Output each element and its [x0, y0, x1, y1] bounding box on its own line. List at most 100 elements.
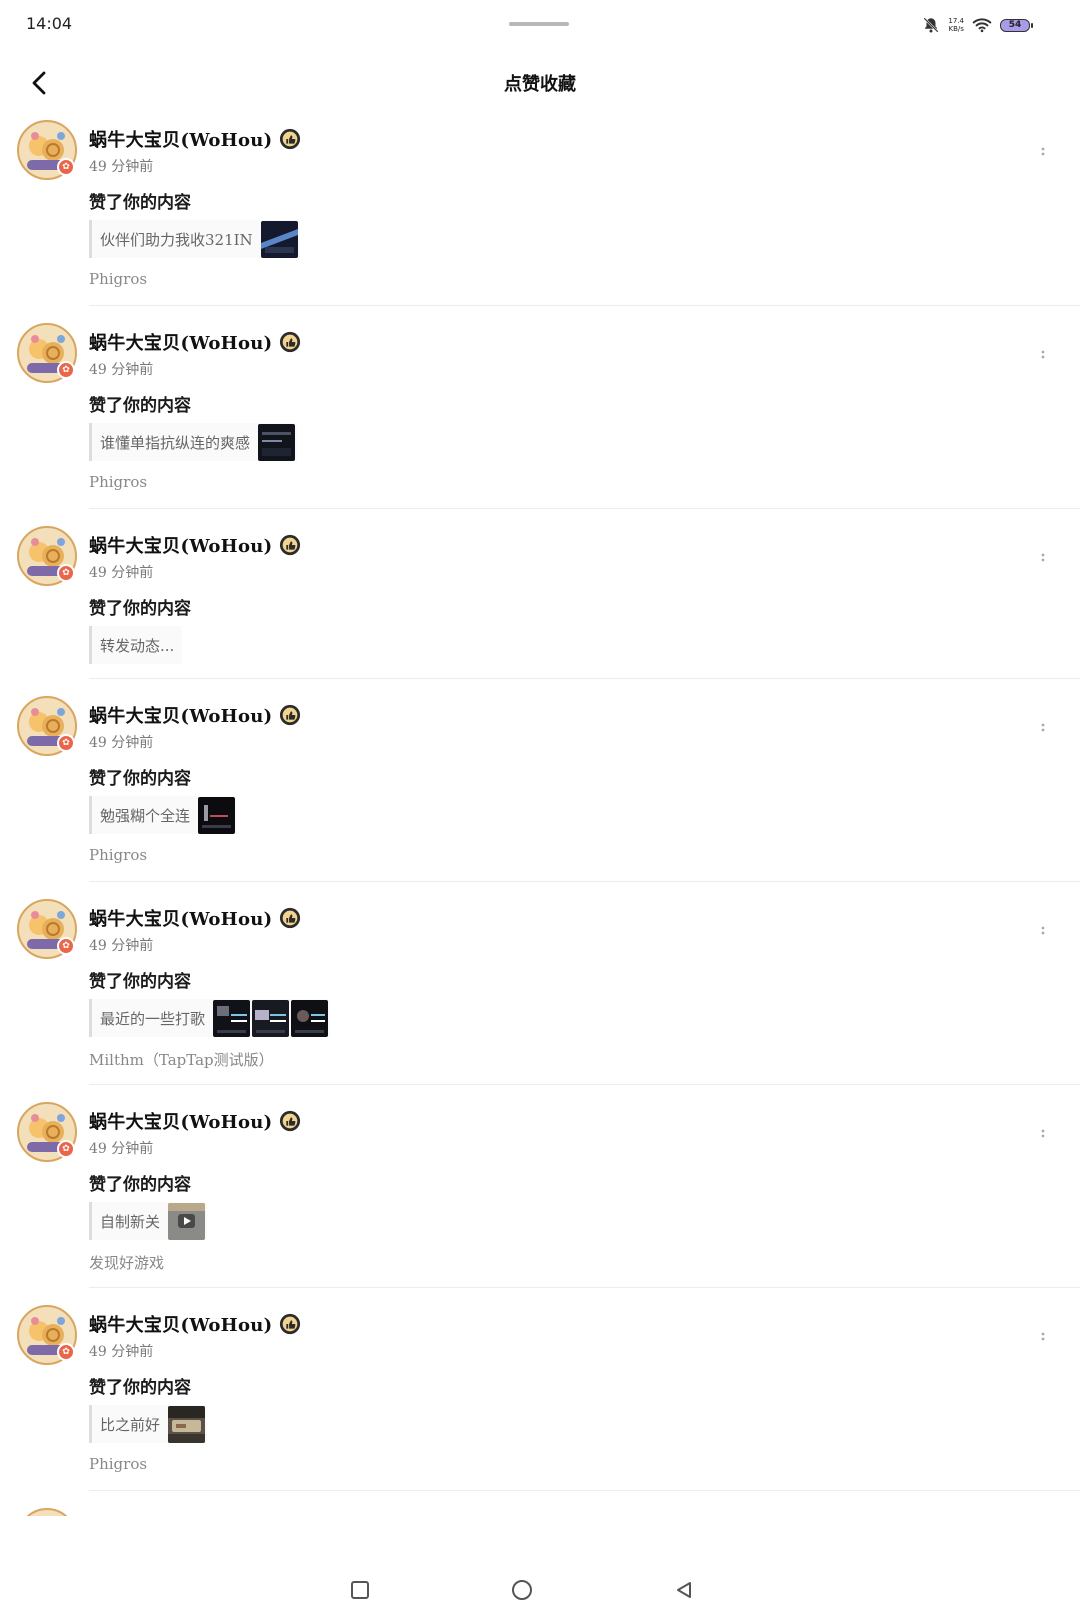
username-row: 蜗牛大宝贝(WoHou): [89, 1311, 301, 1337]
source-tag[interactable]: Phigros: [89, 270, 147, 288]
action-text: 赞了你的内容: [89, 769, 191, 789]
quoted-post[interactable]: 转发动态...: [89, 626, 183, 664]
username[interactable]: 蜗牛大宝贝(WoHou): [89, 329, 273, 355]
quote-text: 转发动态...: [100, 636, 175, 655]
quote-text: 谁懂单指抗纵连的爽感: [100, 433, 251, 452]
net-speed: 17.4 KB/s: [948, 17, 964, 33]
quoted-post[interactable]: 伙伴们助力我收321IN: [89, 220, 300, 258]
action-text: 赞了你的内容: [89, 396, 191, 416]
time-ago: 49 分钟前: [89, 938, 154, 954]
username[interactable]: 蜗牛大宝贝(WoHou): [89, 126, 273, 152]
battery-cap: [1031, 22, 1033, 28]
verified-badge-icon: ✿: [57, 1343, 75, 1361]
post-thumbnail: [213, 999, 251, 1037]
notification-item-partial[interactable]: [0, 1508, 1080, 1516]
more-vertical-icon[interactable]: [1040, 923, 1046, 943]
source-tag[interactable]: 发现好游戏: [89, 1252, 164, 1273]
time-ago: 49 分钟前: [89, 1141, 154, 1157]
thumbs-up-medal-icon: [279, 1110, 300, 1132]
avatar[interactable]: ✿: [17, 120, 77, 180]
username[interactable]: 蜗牛大宝贝(WoHou): [89, 532, 273, 558]
avatar[interactable]: ✿: [17, 1102, 77, 1162]
time-ago: 49 分钟前: [89, 735, 154, 751]
avatar[interactable]: ✿: [17, 323, 77, 383]
quoted-post[interactable]: 谁懂单指抗纵连的爽感: [89, 423, 298, 461]
more-vertical-icon[interactable]: [1040, 144, 1046, 164]
avatar[interactable]: [17, 1508, 77, 1516]
username-row: 蜗牛大宝贝(WoHou): [89, 905, 301, 931]
quote-text: 自制新关: [100, 1212, 161, 1231]
battery-indicator: 54: [1000, 18, 1033, 32]
quoted-post[interactable]: 比之前好: [89, 1405, 208, 1443]
avatar[interactable]: ✿: [17, 1305, 77, 1365]
verified-badge-icon: ✿: [57, 734, 75, 752]
username[interactable]: 蜗牛大宝贝(WoHou): [89, 702, 273, 728]
verified-badge-icon: ✿: [57, 937, 75, 955]
username-row: 蜗牛大宝贝(WoHou): [89, 702, 301, 728]
avatar[interactable]: ✿: [17, 696, 77, 756]
action-text: 赞了你的内容: [89, 972, 191, 992]
username-row: 蜗牛大宝贝(WoHou): [89, 532, 301, 558]
quoted-post[interactable]: 自制新关: [89, 1202, 208, 1240]
battery-level: 54: [1008, 20, 1022, 30]
username[interactable]: 蜗牛大宝贝(WoHou): [89, 1108, 273, 1134]
grab-handle[interactable]: [509, 22, 569, 26]
quote-text: 最近的一些打歌: [100, 1009, 206, 1028]
post-thumbnail: [168, 1405, 206, 1443]
video-thumbnail: [168, 1202, 206, 1240]
thumbs-up-medal-icon: [279, 534, 300, 556]
action-text: 赞了你的内容: [89, 1175, 191, 1195]
username-row: 蜗牛大宝贝(WoHou): [89, 126, 301, 152]
thumbs-up-medal-icon: [279, 331, 300, 353]
username[interactable]: 蜗牛大宝贝(WoHou): [89, 1311, 273, 1337]
time-ago: 49 分钟前: [89, 565, 154, 581]
quoted-post[interactable]: 勉强糊个全连: [89, 796, 238, 834]
quoted-post[interactable]: 最近的一些打歌: [89, 999, 331, 1037]
notifications-muted-icon: [922, 16, 940, 34]
action-text: 赞了你的内容: [89, 1378, 191, 1398]
thumbs-up-medal-icon: [279, 1313, 300, 1335]
divider: [89, 1287, 1080, 1288]
avatar[interactable]: ✿: [17, 526, 77, 586]
verified-badge-icon: ✿: [57, 564, 75, 582]
more-vertical-icon[interactable]: [1040, 720, 1046, 740]
divider: [89, 305, 1080, 306]
divider: [89, 1490, 1080, 1491]
more-vertical-icon[interactable]: [1040, 347, 1046, 367]
page-header: 点赞收藏: [0, 58, 1080, 108]
quote-text: 比之前好: [100, 1415, 161, 1434]
thumbs-up-medal-icon: [279, 128, 300, 150]
action-text: 赞了你的内容: [89, 599, 191, 619]
post-thumbnail: [260, 220, 298, 258]
status-time: 14:04: [26, 14, 73, 33]
source-tag[interactable]: Phigros: [89, 473, 147, 491]
time-ago: 49 分钟前: [89, 1344, 154, 1360]
username[interactable]: 蜗牛大宝贝(WoHou): [89, 905, 273, 931]
more-vertical-icon[interactable]: [1040, 1126, 1046, 1146]
avatar[interactable]: ✿: [17, 899, 77, 959]
more-vertical-icon[interactable]: [1040, 1329, 1046, 1349]
source-tag[interactable]: Phigros: [89, 846, 147, 864]
square-icon: [351, 1581, 369, 1599]
divider: [89, 508, 1080, 509]
source-tag[interactable]: Milthm（TapTap测试版）: [89, 1049, 274, 1070]
more-vertical-icon[interactable]: [1040, 550, 1046, 570]
source-tag[interactable]: Phigros: [89, 1455, 147, 1473]
action-text: 赞了你的内容: [89, 193, 191, 213]
page-title: 点赞收藏: [504, 74, 576, 95]
divider: [89, 881, 1080, 882]
thumbs-up-medal-icon: [279, 907, 300, 929]
username-row: 蜗牛大宝贝(WoHou): [89, 1108, 301, 1134]
quote-text: 伙伴们助力我收321IN: [100, 230, 253, 249]
system-nav-bar: [0, 1562, 1080, 1620]
status-icons: 17.4 KB/s 54: [922, 14, 1033, 36]
recent-apps-button[interactable]: [340, 1570, 380, 1610]
quote-text: 勉强糊个全连: [100, 806, 191, 825]
home-button[interactable]: [502, 1570, 542, 1610]
divider: [89, 1084, 1080, 1085]
verified-badge-icon: ✿: [57, 158, 75, 176]
avatar-image: [26, 1508, 68, 1516]
net-speed-value: 17.4: [948, 17, 964, 25]
back-nav-button[interactable]: [664, 1570, 704, 1610]
divider: [89, 678, 1080, 679]
